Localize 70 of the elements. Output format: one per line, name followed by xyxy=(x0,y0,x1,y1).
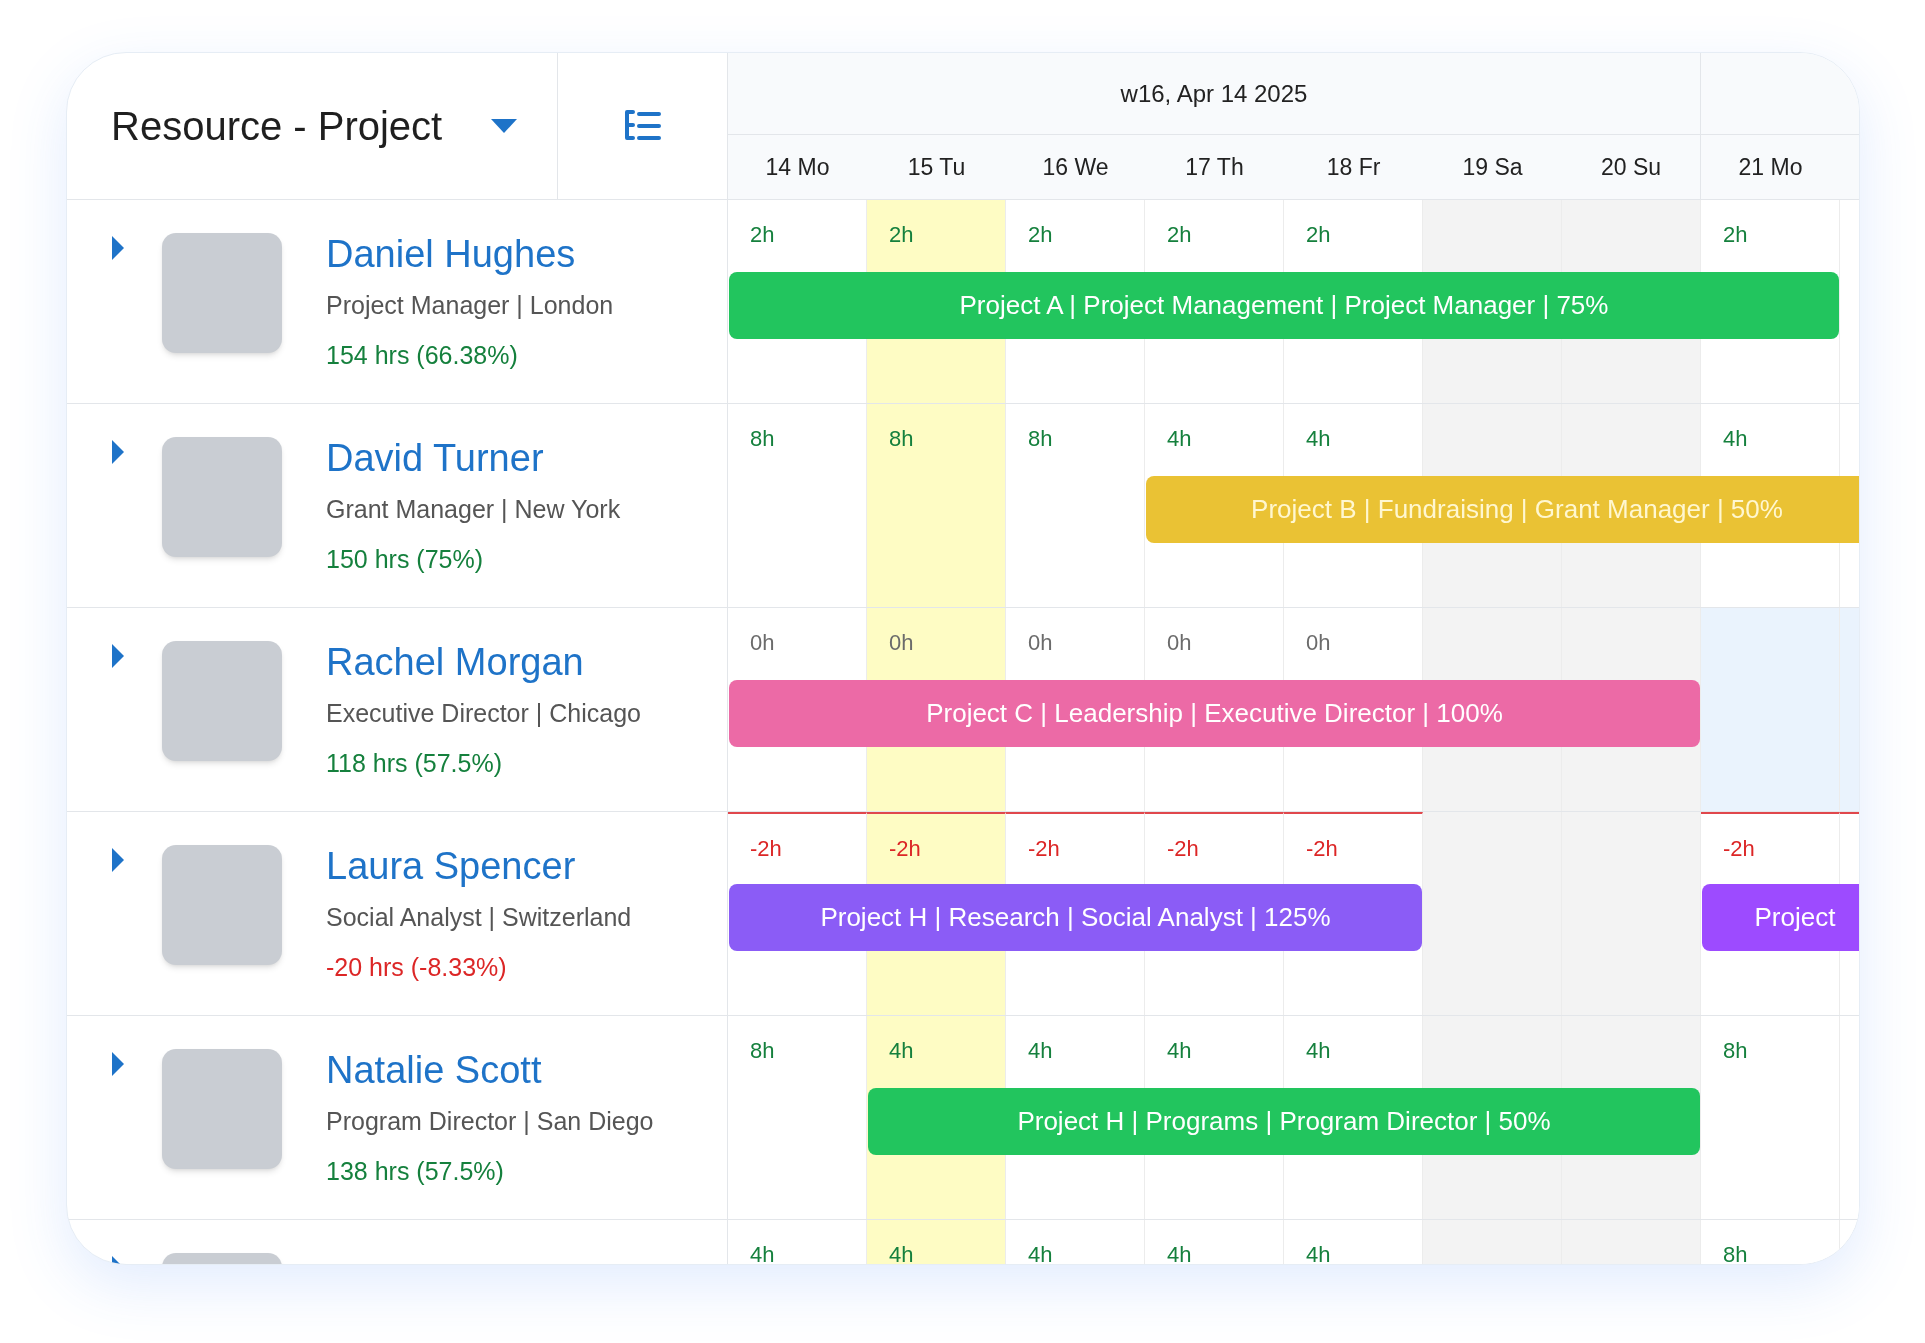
hours-value: 4h xyxy=(1723,426,1748,451)
hours-value: 0h xyxy=(889,630,914,655)
day-label: 14 Mo xyxy=(765,152,830,182)
resource-role: Project Manager | London xyxy=(326,290,614,321)
allocation-summary: 138 hrs (57.5%) xyxy=(326,1155,505,1187)
resource-name[interactable]: David Turner xyxy=(326,435,621,481)
hours-value: 2h xyxy=(1723,222,1748,247)
day-label: 15 Tu xyxy=(907,152,966,182)
tree-list-icon[interactable] xyxy=(622,109,663,143)
hours-value: 4h xyxy=(1167,1242,1192,1264)
expand-arrow-icon[interactable] xyxy=(111,1052,125,1076)
hours-value: 0h xyxy=(1167,630,1192,655)
expand-arrow-icon[interactable] xyxy=(111,644,125,668)
project-bar[interactable]: Project xyxy=(1702,884,1859,951)
hours-value: 4h xyxy=(1306,426,1331,451)
hours-value: 0h xyxy=(750,630,775,655)
allocation-summary: 150 hrs (75%) xyxy=(326,543,485,575)
resource-name[interactable]: Natalie Scott xyxy=(326,1047,654,1093)
hours-value: 4h xyxy=(1028,1038,1053,1063)
day-label: 19 Sa xyxy=(1462,152,1523,182)
view-selector-label[interactable]: Resource - Project xyxy=(111,96,443,156)
hours-value: 8h xyxy=(1723,1242,1748,1264)
hours-value: 2h xyxy=(889,222,914,247)
hours-value: 2h xyxy=(750,222,775,247)
project-bar[interactable]: Project H | Research | Social Analyst | 125% xyxy=(729,884,1422,951)
expand-arrow-icon[interactable] xyxy=(111,236,125,260)
week-label: w16, Apr 14 2025 xyxy=(1120,78,1308,109)
hours-value: 8h xyxy=(750,426,775,451)
expand-arrow-icon[interactable] xyxy=(111,440,125,464)
allocation-summary: 154 hrs (66.38%) xyxy=(326,339,519,371)
hours-value: -2h xyxy=(1723,836,1755,861)
hours-value: -2h xyxy=(1306,836,1338,861)
allocation-summary: -20 hrs (-8.33%) xyxy=(326,951,508,983)
dropdown-caret-icon[interactable] xyxy=(491,119,517,133)
day-label: 18 Fr xyxy=(1326,152,1381,182)
hours-value: -2h xyxy=(889,836,921,861)
hours-value: 0h xyxy=(1028,630,1053,655)
hours-value: 4h xyxy=(1167,1038,1192,1063)
hours-value: 4h xyxy=(1306,1038,1331,1063)
resource-name[interactable]: Rachel Morgan xyxy=(326,639,641,685)
day-label: 16 We xyxy=(1042,152,1109,182)
expand-arrow-icon[interactable] xyxy=(111,848,125,872)
hours-value: 4h xyxy=(1306,1242,1331,1264)
hours-value: 8h xyxy=(889,426,914,451)
hours-value: 8h xyxy=(1723,1038,1748,1063)
resource-role: Program Director | San Diego xyxy=(326,1106,654,1137)
hours-value: 4h xyxy=(889,1242,914,1264)
hours-value: 2h xyxy=(1028,222,1053,247)
day-label: 17 Th xyxy=(1185,152,1244,182)
resource-name[interactable]: Laura Spencer xyxy=(326,843,632,889)
resource-name[interactable]: Daniel Hughes xyxy=(326,231,614,277)
hours-value: 4h xyxy=(889,1038,914,1063)
resource-role: Social Analyst | Switzerland xyxy=(326,902,632,933)
hours-value: 8h xyxy=(1028,426,1053,451)
resource-role: Grant Manager | New York xyxy=(326,494,621,525)
hours-value: 2h xyxy=(1167,222,1192,247)
hours-value: -2h xyxy=(750,836,782,861)
hours-value: 2h xyxy=(1306,222,1331,247)
hours-value: -2h xyxy=(1167,836,1199,861)
hours-value: -2h xyxy=(1028,836,1060,861)
hours-value: 4h xyxy=(1167,426,1192,451)
day-label: 20 Su xyxy=(1600,152,1662,182)
project-bar[interactable]: Project C | Leadership | Executive Director | 100% xyxy=(729,680,1700,747)
hours-value: 4h xyxy=(750,1242,775,1264)
resource-role: Executive Director | Chicago xyxy=(326,698,641,729)
hours-value: 0h xyxy=(1306,630,1331,655)
hours-value: 8h xyxy=(750,1038,775,1063)
allocation-summary: 118 hrs (57.5%) xyxy=(326,747,503,779)
day-label: 21 Mo xyxy=(1738,152,1803,182)
hours-value: 4h xyxy=(1028,1242,1053,1264)
